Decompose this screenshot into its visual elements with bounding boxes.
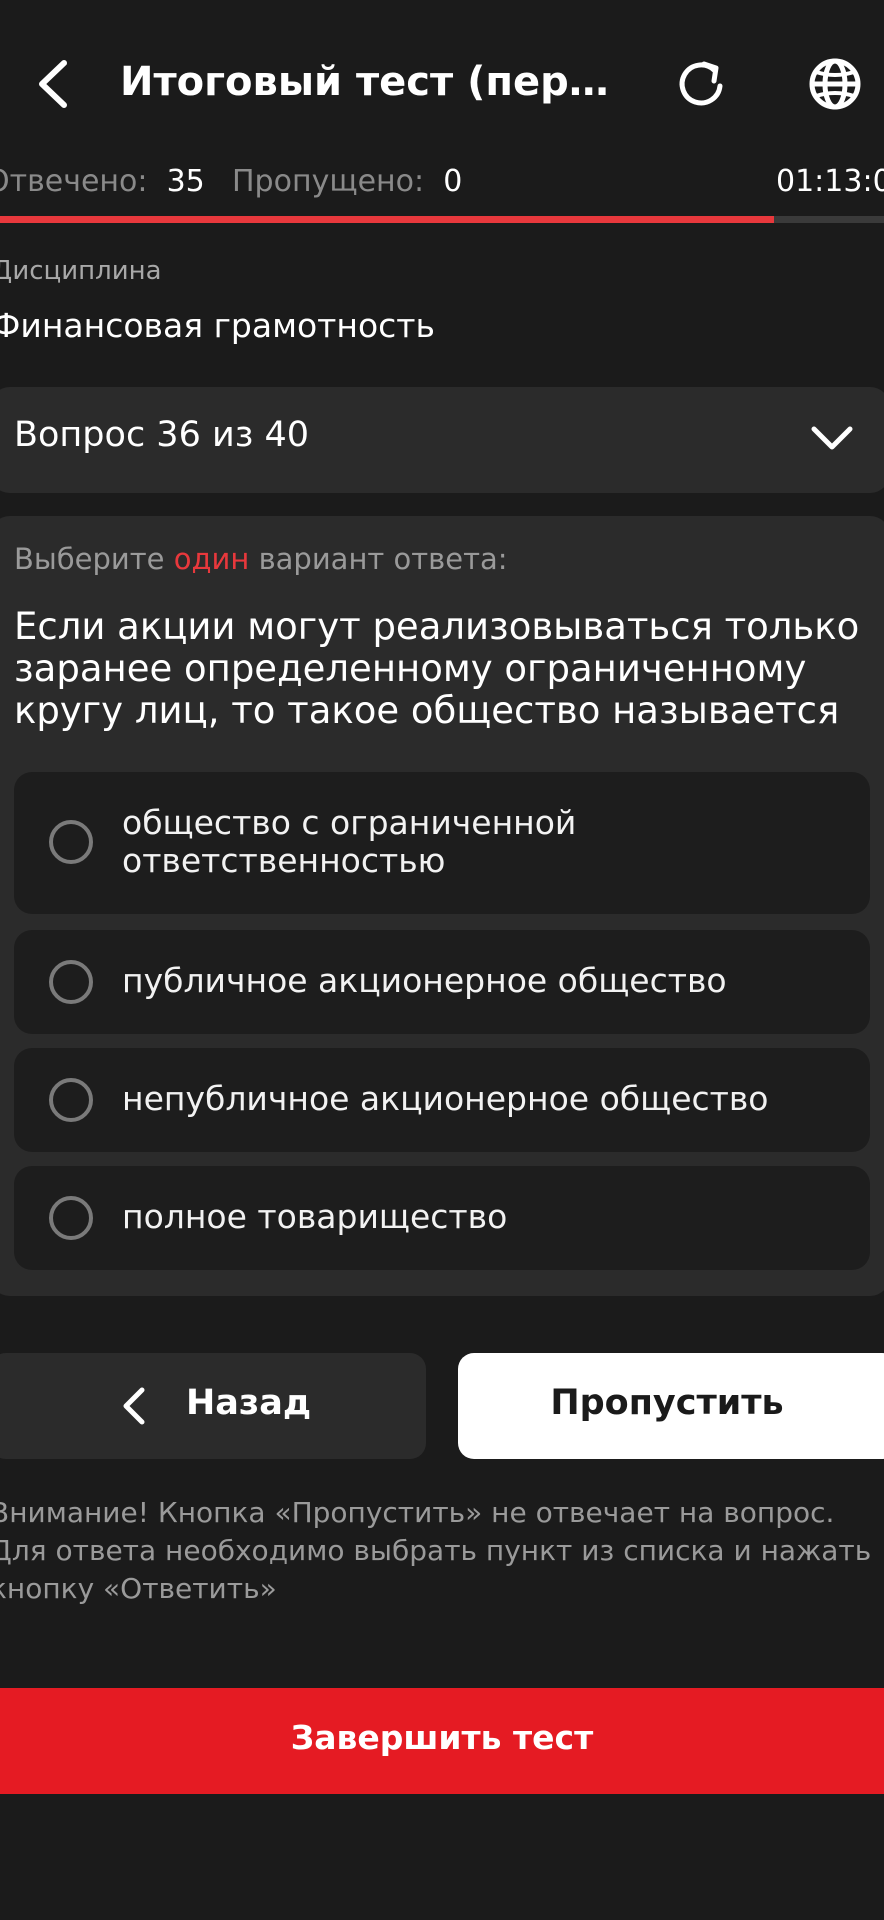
- progress-fill: [0, 216, 774, 223]
- chevron-left-icon: [123, 1387, 145, 1425]
- finish-test-label: Завершить тест: [290, 1718, 594, 1757]
- answered-label: Отвечено:: [0, 164, 148, 199]
- discipline-value: Финансовая грамотность: [0, 306, 435, 345]
- globe-icon: [809, 58, 861, 110]
- radio-button[interactable]: [49, 960, 93, 1004]
- refresh-button[interactable]: [668, 50, 736, 118]
- skipped-value: 0: [443, 164, 463, 199]
- page-title: Итоговый тест (пересдача): [120, 59, 630, 105]
- question-card: Выберите один вариант ответа: Если акции…: [0, 516, 884, 1296]
- radio-button[interactable]: [49, 1196, 93, 1240]
- skipped-label: Пропущено:: [232, 164, 425, 199]
- answer-option-label: непубличное акционерное общество: [122, 1079, 769, 1118]
- answered-counter: Отвечено: 35: [0, 160, 205, 204]
- previous-question-label: Назад: [186, 1383, 312, 1423]
- skip-warning: Внимание! Кнопка «Пропустить» не отвечае…: [0, 1496, 872, 1605]
- timer: 01:13:02: [776, 164, 884, 199]
- refresh-icon: [679, 61, 723, 106]
- finish-test-button[interactable]: Завершить тест: [0, 1688, 884, 1794]
- progress-bar: [0, 216, 884, 223]
- language-button[interactable]: [800, 50, 870, 118]
- answer-option[interactable]: публичное акционерное общество: [14, 930, 870, 1034]
- test-screen: Итоговый тест (пересдача) Отвечено: 35 П…: [0, 0, 884, 1920]
- radio-button[interactable]: [49, 1078, 93, 1122]
- instruction-accent: один: [173, 542, 250, 576]
- chevron-left-icon: [39, 60, 67, 108]
- skipped-counter: Пропущено: 0: [232, 160, 462, 204]
- answer-instruction: Выберите один вариант ответа:: [14, 542, 508, 576]
- chevron-down-icon: [811, 426, 853, 450]
- skip-label: Пропустить: [550, 1383, 784, 1423]
- instruction-suffix: вариант ответа:: [258, 542, 508, 576]
- question-text: Если акции могут реализовываться только …: [14, 605, 860, 732]
- instruction-prefix: Выберите: [14, 542, 165, 576]
- answer-option[interactable]: непубличное акционерное общество: [14, 1048, 870, 1152]
- test-status: Отвечено: 35 Пропущено: 0 01:13:02: [0, 160, 884, 210]
- answer-option-label: полное товарищество: [122, 1197, 508, 1236]
- question-selector-dropdown[interactable]: Вопрос 36 из 40: [0, 387, 884, 493]
- answer-option-label: публичное акционерное общество: [122, 961, 727, 1000]
- answered-value: 35: [166, 164, 205, 199]
- answer-option-label: общество с ограниченной ответственностью: [122, 803, 577, 880]
- previous-question-button[interactable]: Назад: [0, 1353, 426, 1459]
- radio-button[interactable]: [49, 820, 93, 864]
- back-arrow-button[interactable]: [22, 50, 82, 118]
- skip-button[interactable]: Пропустить: [458, 1353, 884, 1459]
- answer-option[interactable]: полное товарищество: [14, 1166, 870, 1270]
- answer-option[interactable]: общество с ограниченной ответственностью: [14, 772, 870, 914]
- discipline-label: Дисциплина: [0, 256, 162, 286]
- question-number: Вопрос 36 из 40: [14, 415, 309, 455]
- top-bar: Итоговый тест (пересдача): [0, 0, 884, 165]
